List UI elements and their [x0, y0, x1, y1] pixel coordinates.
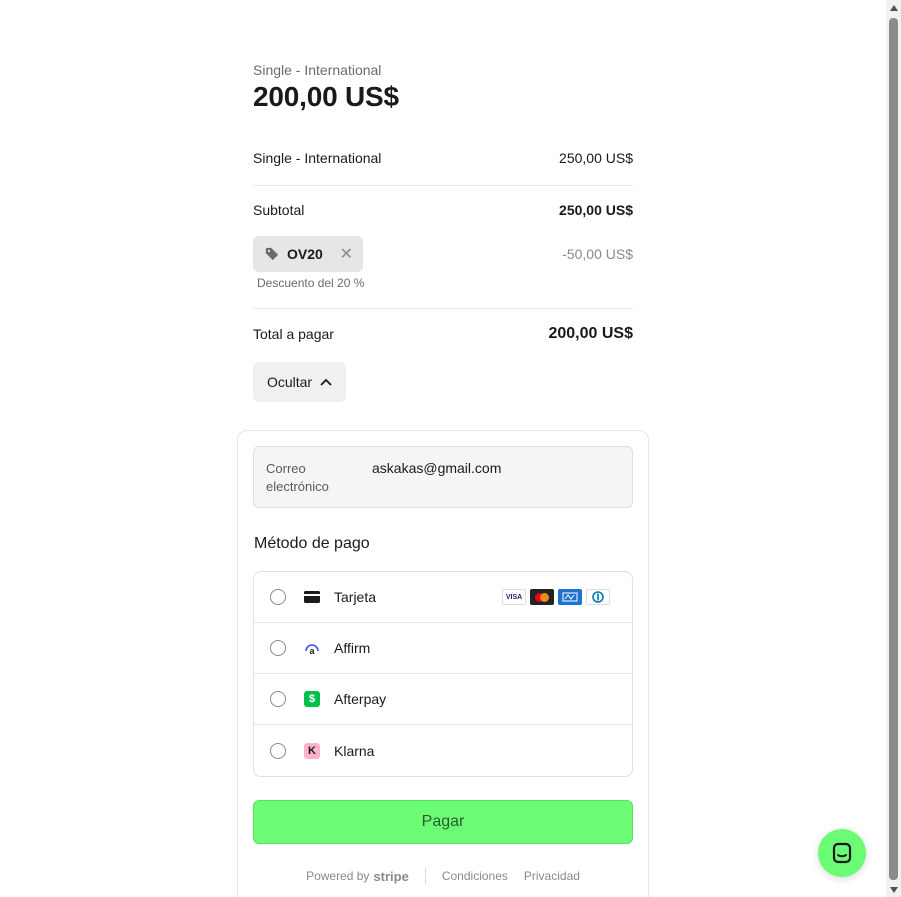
remove-coupon-icon[interactable]: ✕ [340, 244, 353, 264]
visa-icon: VISA [502, 589, 526, 605]
payment-option-label: Klarna [334, 742, 375, 759]
line-item: Single - International 250,00 US$ [253, 150, 633, 166]
tag-icon [265, 247, 279, 261]
line-item-name: Single - International [253, 150, 382, 166]
scrollbar-thumb[interactable] [889, 18, 898, 880]
diners-icon [586, 589, 610, 605]
mastercard-icon [530, 589, 554, 605]
divider [253, 308, 633, 309]
total-row: Total a pagar 200,00 US$ [253, 325, 633, 343]
payment-option-label: Afterpay [334, 691, 387, 707]
discount-amount: -50,00 US$ [562, 246, 633, 262]
powered-by-text: Powered by [306, 869, 370, 883]
payment-option-label: Tarjeta [334, 589, 377, 605]
hide-details-label: Ocultar [266, 374, 313, 390]
payment-method-title: Método de pago [254, 535, 370, 552]
email-value: askakas@gmail.com [372, 460, 502, 476]
divider [253, 185, 633, 186]
pay-button[interactable]: Pagar [253, 800, 633, 844]
card-brands: VISA [502, 589, 610, 605]
subtotal-label: Subtotal [253, 202, 305, 218]
payment-option-card[interactable]: Tarjeta VISA [254, 572, 632, 623]
total-amount: 200,00 US$ [548, 325, 633, 342]
total-price-heading: 200,00 US$ [253, 81, 399, 112]
klarna-icon: K [304, 742, 320, 759]
stripe-logo[interactable]: stripe [373, 869, 408, 884]
coupon-chip: OV20 ✕ [253, 236, 363, 272]
hide-details-button[interactable]: Ocultar [253, 362, 346, 402]
order-summary: Single - International 200,00 US$ [253, 60, 633, 114]
chat-launcher-button[interactable] [818, 829, 866, 877]
payment-option-affirm[interactable]: a Affirm [254, 623, 632, 674]
afterpay-icon: $ [304, 691, 320, 707]
payment-option-label: Affirm [334, 640, 371, 656]
email-field[interactable]: Correo electrónico askakas@gmail.com [253, 446, 633, 508]
payment-method-list: Tarjeta VISA a Affirm $ Afterpay K Klarn… [253, 571, 633, 777]
affirm-icon: a [304, 640, 320, 656]
subtotal-row: Subtotal 250,00 US$ [253, 202, 633, 218]
chevron-up-icon [320, 378, 332, 386]
coupon-code: OV20 [287, 246, 323, 262]
email-label: Correo electrónico [266, 461, 329, 494]
subtotal-amount: 250,00 US$ [559, 202, 633, 218]
card-icon [304, 589, 320, 605]
discount-note: Descuento del 20 % [257, 276, 365, 290]
footer: Powered by stripe Condiciones Privacidad [253, 868, 633, 884]
scroll-down-icon[interactable] [886, 882, 901, 897]
chat-icon [832, 842, 852, 864]
radio-button[interactable] [270, 742, 286, 759]
scroll-up-icon[interactable] [886, 0, 901, 15]
terms-link[interactable]: Condiciones [442, 869, 508, 883]
radio-button[interactable] [270, 691, 286, 707]
divider [424, 868, 426, 884]
payment-option-afterpay[interactable]: $ Afterpay [254, 674, 632, 725]
radio-button[interactable] [270, 640, 286, 656]
payment-option-klarna[interactable]: K Klarna [254, 725, 632, 776]
svg-text:a: a [309, 646, 315, 656]
amex-icon [558, 589, 582, 605]
line-item-amount: 250,00 US$ [559, 150, 633, 166]
privacy-link[interactable]: Privacidad [524, 869, 580, 883]
product-name: Single - International [253, 62, 382, 78]
radio-button[interactable] [270, 589, 286, 605]
total-label: Total a pagar [253, 326, 334, 342]
